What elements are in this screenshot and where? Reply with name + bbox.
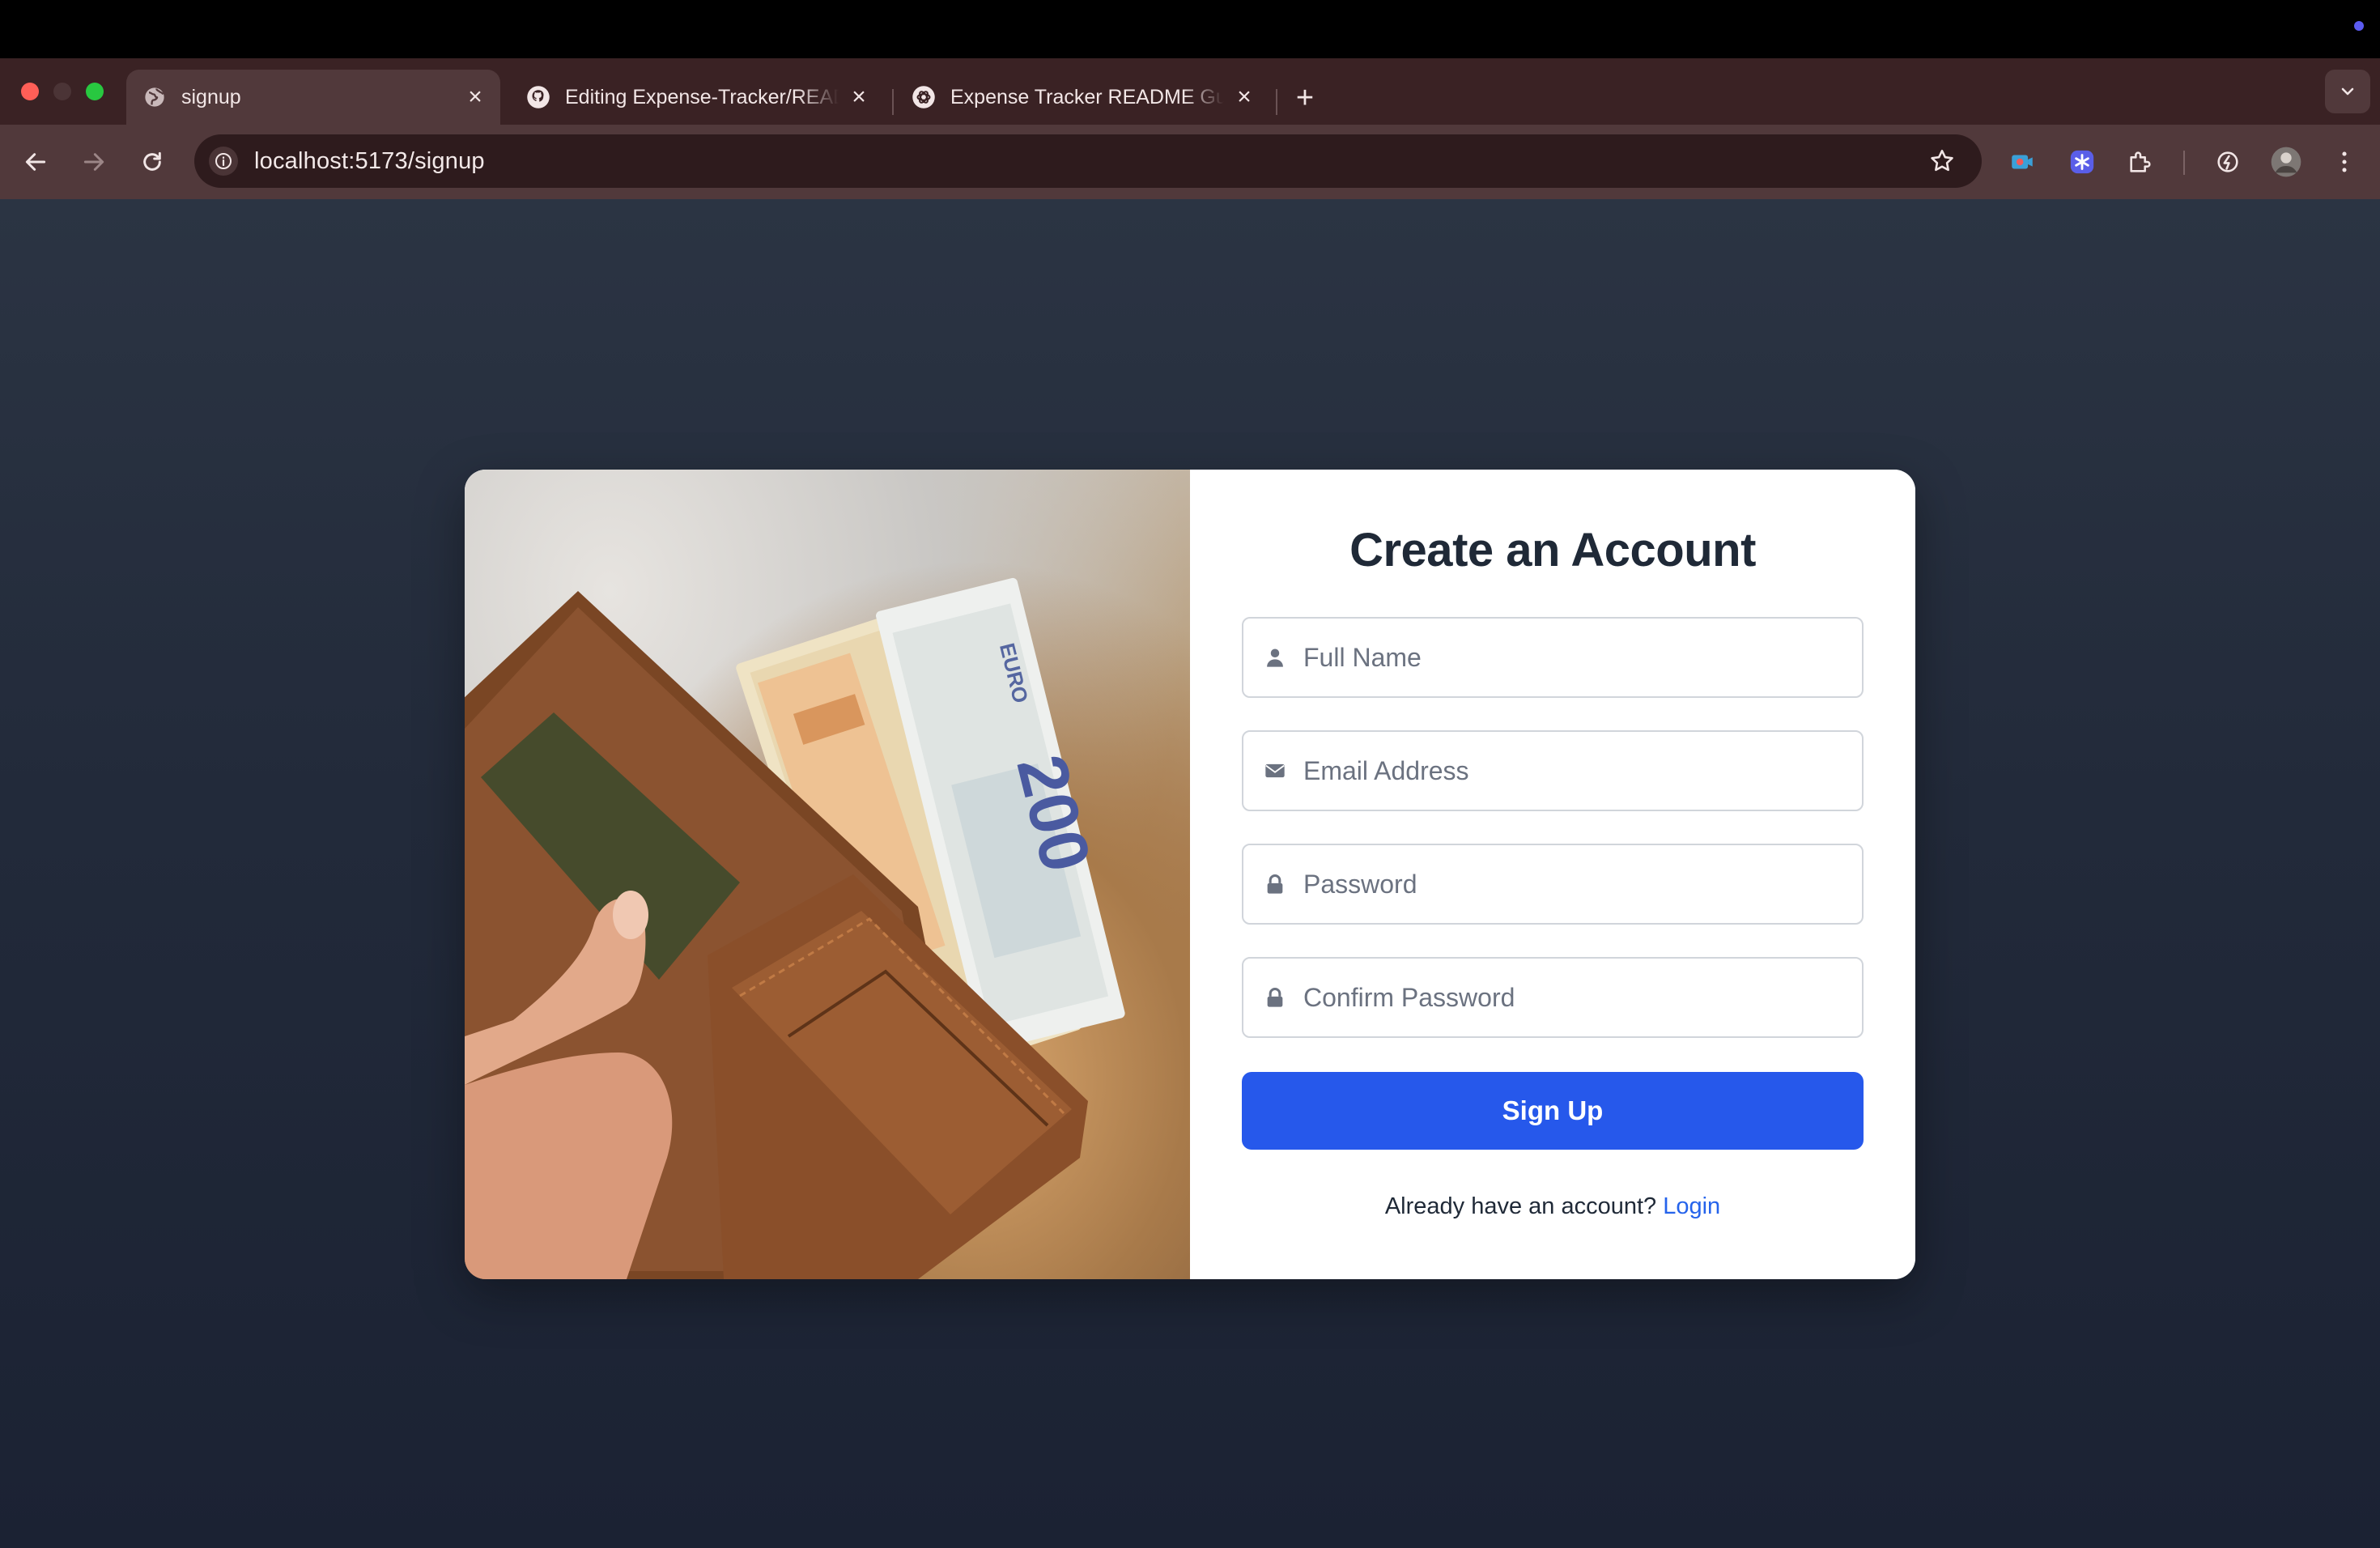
confirm-password-input[interactable] bbox=[1303, 982, 1838, 1013]
tab-github-editing[interactable]: Editing Expense-Tracker/README.md × bbox=[510, 70, 884, 125]
github-icon bbox=[526, 85, 550, 109]
login-prompt: Already have an account? Login bbox=[1190, 1193, 1915, 1220]
site-info-icon[interactable] bbox=[209, 147, 238, 176]
wallet-photo: EURO 200 bbox=[465, 470, 1190, 1279]
login-link[interactable]: Login bbox=[1663, 1193, 1720, 1219]
tab-title: Expense Tracker README Guide bbox=[950, 85, 1224, 108]
bookmark-star-icon[interactable] bbox=[1928, 147, 1956, 175]
url-text[interactable]: localhost:5173/signup bbox=[254, 148, 485, 175]
full-name-field[interactable] bbox=[1242, 617, 1864, 698]
password-field[interactable] bbox=[1242, 844, 1864, 925]
forward-button[interactable] bbox=[74, 142, 113, 181]
globe-icon bbox=[142, 85, 167, 109]
back-button[interactable] bbox=[16, 142, 55, 181]
tab-signup[interactable]: signup × bbox=[126, 70, 500, 125]
signup-form: Create an Account Full Name Email Addres… bbox=[1190, 470, 1915, 1279]
email-field[interactable] bbox=[1242, 730, 1864, 811]
password-input[interactable] bbox=[1303, 869, 1838, 899]
page-background: EURO 200 Create an Account Full Name Ema… bbox=[0, 199, 2380, 1548]
performance-icon[interactable] bbox=[2210, 144, 2246, 180]
tab-close-icon[interactable]: × bbox=[1232, 85, 1256, 109]
arrow-right-icon bbox=[83, 153, 104, 171]
signup-card: EURO 200 Create an Account Full Name Ema… bbox=[465, 470, 1915, 1279]
window-close-button[interactable] bbox=[21, 83, 39, 100]
lock-icon bbox=[1263, 985, 1287, 1010]
window-minimize-button[interactable] bbox=[53, 83, 71, 100]
tab-chatgpt-readme[interactable]: Expense Tracker README Guide × bbox=[895, 70, 1269, 125]
tab-search-button[interactable] bbox=[2325, 70, 2370, 113]
window-zoom-button[interactable] bbox=[86, 83, 104, 100]
system-menu-bar bbox=[0, 0, 2380, 58]
tab-close-icon[interactable]: × bbox=[847, 85, 871, 109]
snowflake-extension-icon[interactable] bbox=[2064, 144, 2100, 180]
full-name-input[interactable] bbox=[1303, 642, 1838, 673]
browser-toolbar: localhost:5173/signup bbox=[0, 125, 2380, 199]
profile-avatar[interactable] bbox=[2268, 144, 2304, 180]
tab-close-icon[interactable]: × bbox=[463, 85, 487, 109]
email-input[interactable] bbox=[1303, 755, 1838, 786]
kebab-menu-icon bbox=[2342, 151, 2347, 172]
extensions-puzzle-icon[interactable] bbox=[2123, 144, 2158, 180]
lock-icon bbox=[1263, 872, 1287, 896]
reload-button[interactable] bbox=[133, 142, 172, 181]
browser-tab-strip: signup × Editing Expense-Tracker/README.… bbox=[0, 58, 2380, 125]
openai-icon bbox=[912, 85, 936, 109]
browser-menu-button[interactable] bbox=[2327, 144, 2362, 180]
arrow-left-icon bbox=[25, 153, 46, 171]
toolbar-separator bbox=[2183, 151, 2185, 175]
new-tab-button[interactable]: + bbox=[1289, 83, 1321, 115]
tab-title: Editing Expense-Tracker/README.md bbox=[565, 85, 839, 108]
chevron-down-icon bbox=[2341, 87, 2354, 96]
status-dot-icon bbox=[2354, 21, 2364, 31]
camera-extension-icon[interactable] bbox=[2004, 144, 2040, 180]
tab-title: signup bbox=[181, 85, 241, 108]
login-prompt-text: Already have an account? bbox=[1384, 1193, 1664, 1219]
tab-separator bbox=[892, 89, 894, 115]
sign-up-button[interactable]: Sign Up bbox=[1242, 1072, 1864, 1150]
tab-separator bbox=[1276, 89, 1277, 115]
page-title: Create an Account bbox=[1349, 524, 1756, 576]
reload-icon bbox=[143, 151, 161, 171]
address-bar[interactable]: localhost:5173/signup bbox=[194, 134, 1982, 188]
envelope-icon bbox=[1263, 759, 1287, 783]
user-icon bbox=[1263, 645, 1287, 670]
confirm-password-field[interactable] bbox=[1242, 957, 1864, 1038]
